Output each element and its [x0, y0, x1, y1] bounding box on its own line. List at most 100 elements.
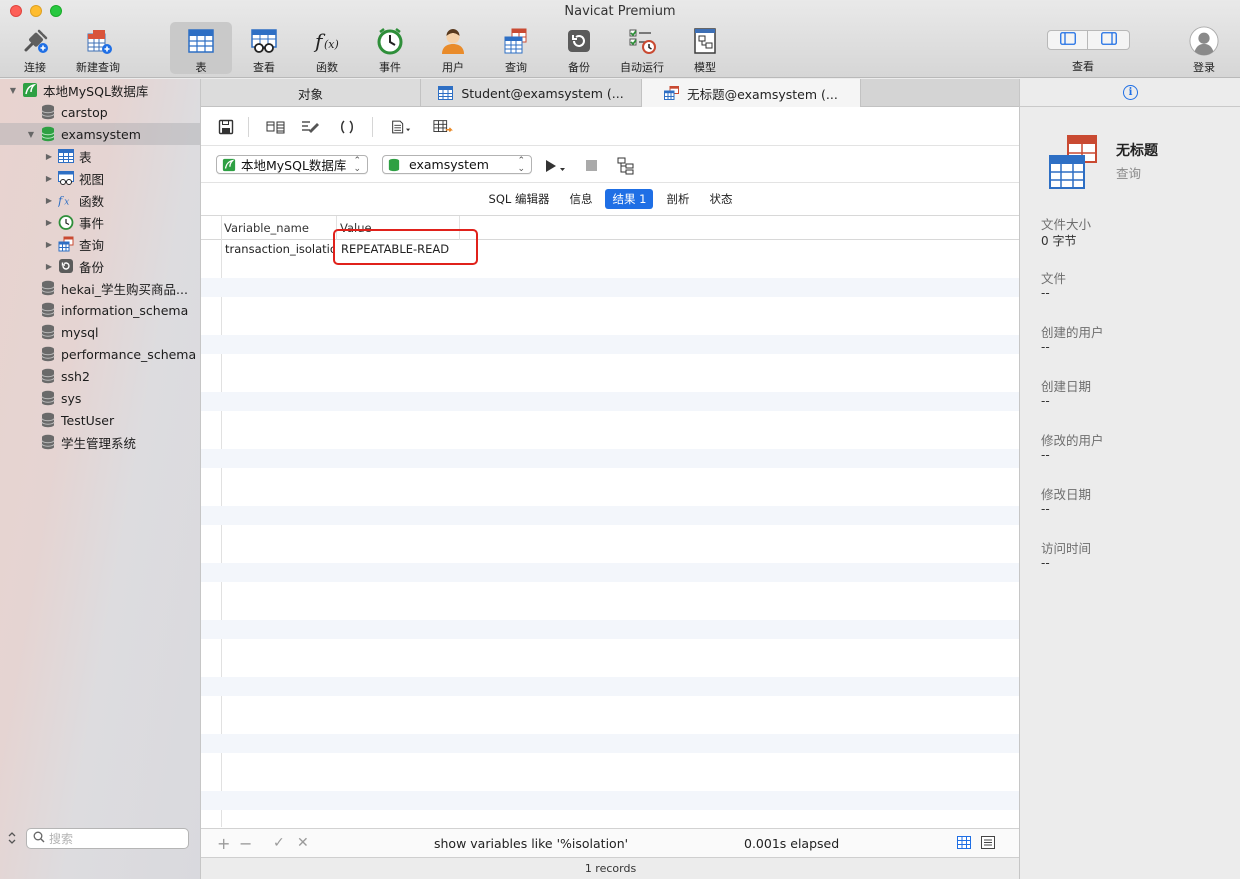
- tree-connection-local-mysql[interactable]: ▼ 本地MySQL数据库: [8, 79, 148, 101]
- created-by-label: 创建的用户: [1041, 325, 1104, 340]
- tab-status[interactable]: 状态: [702, 189, 739, 209]
- tab-result-1[interactable]: 结果 1: [605, 189, 654, 209]
- object-title: 无标题: [1116, 143, 1158, 159]
- text-document-icon[interactable]: [391, 118, 411, 136]
- toolbar-view-button[interactable]: 查看: [233, 22, 295, 74]
- save-icon[interactable]: [216, 118, 236, 136]
- code-snippet-icon[interactable]: [337, 118, 357, 136]
- tree-object-tables[interactable]: ▶ 表: [44, 145, 92, 167]
- toolbar-connect-button[interactable]: 连接: [4, 22, 66, 74]
- toggle-sidebar-button[interactable]: [1047, 30, 1088, 50]
- toolbar-model-button[interactable]: 模型: [674, 22, 736, 74]
- toolbar-automation-button[interactable]: 自动运行: [611, 22, 673, 74]
- editor-toolbar: [201, 108, 1020, 146]
- collapsed-arrow-icon[interactable]: ▶: [44, 196, 54, 205]
- tree-db-mysql[interactable]: mysql: [26, 321, 99, 343]
- tree-object-views[interactable]: ▶ 视图: [44, 167, 104, 189]
- search-input[interactable]: [49, 831, 179, 846]
- toggle-info-panel-button[interactable]: [1088, 30, 1130, 50]
- tree-db-examsystem[interactable]: ▼ examsystem: [0, 123, 200, 145]
- elapsed-time: 0.001s elapsed: [744, 836, 840, 851]
- add-row-icon[interactable]: +: [217, 834, 230, 853]
- mysql-connection-icon: [222, 158, 236, 172]
- apply-changes-icon[interactable]: ✓: [273, 835, 285, 851]
- explain-icon[interactable]: [617, 157, 637, 178]
- login-button[interactable]: 登录: [1173, 22, 1235, 74]
- toolbar-function-button[interactable]: f (x) 函数: [296, 22, 358, 74]
- tree-object-queries[interactable]: ▶ 查询: [44, 233, 104, 255]
- table-icon: [186, 26, 216, 56]
- tree-object-backups[interactable]: ▶ 备份: [44, 255, 104, 277]
- connection-select[interactable]: 本地MySQL数据库 ⌃ ⌄: [216, 155, 368, 174]
- mysql-connection-icon: [22, 82, 38, 98]
- tab-objects[interactable]: 对象: [201, 79, 421, 107]
- tree-db-testuser[interactable]: TestUser: [26, 409, 114, 431]
- avatar-icon: [1189, 26, 1219, 56]
- collapsed-arrow-icon[interactable]: ▶: [44, 262, 54, 271]
- new-query-icon: [83, 26, 113, 56]
- tree-db-information-schema[interactable]: information_schema: [26, 299, 188, 321]
- database-icon: [40, 302, 56, 318]
- toolbar-user-button[interactable]: 用户: [422, 22, 484, 74]
- delete-row-icon[interactable]: −: [239, 834, 252, 853]
- access-time-value: --: [1041, 556, 1050, 570]
- form-view-icon[interactable]: [981, 836, 996, 853]
- grid-view-icon[interactable]: [957, 836, 972, 853]
- tree-db-carstop[interactable]: carstop: [26, 101, 108, 123]
- info-panel-header: i: [1020, 79, 1240, 107]
- info-icon[interactable]: i: [1123, 85, 1138, 100]
- function-icon: f (x): [312, 26, 342, 56]
- discard-changes-icon[interactable]: ✕: [297, 835, 309, 851]
- toolbar-backup-button[interactable]: 备份: [548, 22, 610, 74]
- function-icon: fx: [58, 192, 74, 208]
- tree-db-sys[interactable]: sys: [26, 387, 81, 409]
- query-builder-icon[interactable]: [266, 118, 286, 136]
- connection-tree-sidebar: ▼ 本地MySQL数据库 carstop ▼ examsystem ▶ 表 ▶: [0, 79, 200, 879]
- tab-student-table[interactable]: Student@examsystem (...: [421, 79, 642, 107]
- created-date-value: --: [1041, 394, 1050, 408]
- modified-by-value: --: [1041, 448, 1050, 462]
- updown-chevron-icon: ⌃ ⌄: [353, 155, 361, 174]
- toolbar-query-button[interactable]: 查询: [485, 22, 547, 74]
- backup-icon: [58, 258, 74, 274]
- database-icon: [40, 104, 56, 120]
- tab-untitled-query[interactable]: 无标题@examsystem (...: [642, 79, 861, 107]
- access-time-label: 访问时间: [1041, 541, 1092, 556]
- tab-profile[interactable]: 剖析: [659, 189, 696, 209]
- cell-variable-name[interactable]: transaction_isolation: [222, 240, 335, 259]
- tree-db-performance-schema[interactable]: performance_schema: [26, 343, 196, 365]
- tab-sql-editor[interactable]: SQL 编辑器: [482, 189, 557, 209]
- filter-toggle-icon[interactable]: [7, 831, 17, 848]
- stop-icon[interactable]: [585, 159, 599, 176]
- toolbar-new-query-button[interactable]: 新建查询: [67, 22, 129, 74]
- export-result-icon[interactable]: [433, 118, 453, 136]
- table-row[interactable]: transaction_isolation REPEATABLE-READ: [201, 240, 1020, 259]
- tree-object-functions[interactable]: ▶ fx 函数: [44, 189, 104, 211]
- collapsed-arrow-icon[interactable]: ▶: [44, 152, 54, 161]
- tree-db-student-management[interactable]: 学生管理系统: [26, 431, 136, 453]
- created-date-label: 创建日期: [1041, 379, 1092, 394]
- database-icon: [40, 434, 56, 450]
- expanded-arrow-icon[interactable]: ▼: [26, 130, 36, 139]
- column-header-variable-name[interactable]: Variable_name: [221, 216, 337, 240]
- tree-db-hekai[interactable]: hekai_学生购买商品...: [26, 277, 188, 299]
- updown-chevron-icon: ⌃ ⌄: [517, 155, 525, 174]
- beautify-sql-icon[interactable]: [301, 118, 321, 136]
- database-icon: [40, 324, 56, 340]
- collapsed-arrow-icon[interactable]: ▶: [44, 174, 54, 183]
- collapsed-arrow-icon[interactable]: ▶: [44, 218, 54, 227]
- query-icon: [664, 86, 680, 100]
- expanded-arrow-icon[interactable]: ▼: [8, 86, 18, 95]
- toolbar-table-button[interactable]: 表: [170, 22, 232, 74]
- tab-info[interactable]: 信息: [562, 189, 599, 209]
- database-select[interactable]: examsystem ⌃ ⌄: [382, 155, 532, 174]
- tree-db-ssh2[interactable]: ssh2: [26, 365, 90, 387]
- event-clock-icon: [375, 26, 405, 56]
- table-icon: [438, 86, 454, 100]
- collapsed-arrow-icon[interactable]: ▶: [44, 240, 54, 249]
- tree-object-events[interactable]: ▶ 事件: [44, 211, 104, 233]
- navicat-window: Navicat Premium 连接 新建查询 表 查看 f (x) 函数 事件…: [0, 0, 1240, 879]
- sidebar-search[interactable]: [26, 828, 189, 849]
- toolbar-event-button[interactable]: 事件: [359, 22, 421, 74]
- run-icon[interactable]: [544, 158, 568, 177]
